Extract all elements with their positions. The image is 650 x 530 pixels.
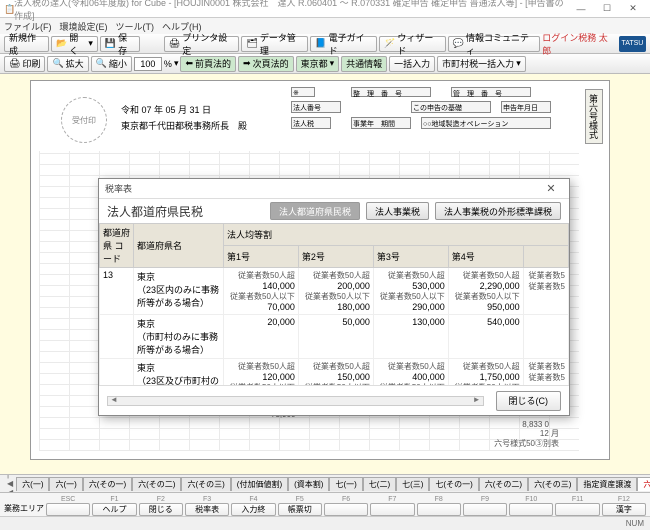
zoom-dropdown-icon[interactable]: ▾ xyxy=(174,58,179,69)
workspace: 受付印 令和 07 年 05 月 31 日 東京都千代田都税事務所長 殿 第六号… xyxy=(0,74,650,474)
fn-f6[interactable] xyxy=(324,503,368,516)
fn-f7[interactable] xyxy=(370,503,414,516)
zoom-pct: % xyxy=(164,59,172,69)
sheet-tab[interactable]: 七(三) xyxy=(396,477,429,491)
window-title: 法人税の達人(令和06年度版) for Cube - [HOUJIN0001 株… xyxy=(14,0,568,22)
dialog-close-button[interactable]: 閉じる(C) xyxy=(496,391,562,411)
fn-f8[interactable] xyxy=(417,503,461,516)
min-button[interactable]: — xyxy=(568,1,594,17)
sheet-tab[interactable]: 七(その一) xyxy=(429,477,478,491)
toolbar-sub: 🖨印刷 🔍拡大 🔍縮小 % ▾ ⬅前頁法的 ➡次頁法的 東京都▾ 共通情報 一括… xyxy=(0,54,650,74)
fn-f12[interactable]: 漢字 xyxy=(602,503,646,516)
receipt-stamp: 受付印 xyxy=(61,97,107,143)
zoom-out-button[interactable]: 🔍縮小 xyxy=(91,56,132,72)
form-number-label: 第六号様式 xyxy=(585,89,603,144)
fn-f11[interactable] xyxy=(555,503,599,516)
print-button[interactable]: 🖨印刷 xyxy=(4,56,45,72)
fn-f3[interactable]: 税率表 xyxy=(185,503,229,516)
new-button[interactable]: 新規作成 xyxy=(4,36,49,52)
function-keys: 業務エリア ESC F1ヘルプ F2閉じる F3税率表 F4入力終 F5帳票切 … xyxy=(0,492,650,516)
next-legal-button[interactable]: ➡次頁法的 xyxy=(238,56,294,72)
app-icon: 📋 xyxy=(4,4,14,14)
dialog-title: 法人都道府県民税 xyxy=(107,203,203,220)
info-button[interactable]: 💬情報コミュニティ xyxy=(448,36,540,52)
tax-rate-dialog: 税率表 ✕ 法人都道府県民税 法人都道府県民税 法人事業税 法人事業税の外形標準… xyxy=(98,178,570,416)
tokyo-button[interactable]: 東京都▾ xyxy=(296,56,340,72)
sheet-tab[interactable]: 六(その二) xyxy=(479,477,528,491)
form-address: 東京都千代田都税事務所長 殿 xyxy=(121,119,247,132)
fn-lead-label: 業務エリア xyxy=(4,503,44,516)
data-mgmt-button[interactable]: 🗂データ管理 xyxy=(241,36,308,52)
table-row[interactable]: 13 東京 （23区内のみに事務所等がある場合） 従業者数50人超140,000… xyxy=(100,268,569,315)
fn-f4[interactable]: 入力終 xyxy=(231,503,275,516)
close-button[interactable]: ✕ xyxy=(620,1,646,17)
guide-button[interactable]: 📘電子ガイド xyxy=(310,36,377,52)
rate-table: 都道府県 コード 都道府県名 法人均等割 第1号第2号第3号第4号 13 東京 … xyxy=(99,223,569,385)
fn-f9[interactable] xyxy=(463,503,507,516)
form-date: 令和 07 年 05 月 31 日 xyxy=(121,103,211,116)
sheet-tab[interactable]: 六(その一) xyxy=(83,477,132,491)
print-setup-button[interactable]: 🖨プリンタ設定 xyxy=(164,36,240,52)
max-button[interactable]: ☐ xyxy=(594,1,620,17)
common-info-button[interactable]: 共通情報 xyxy=(341,56,387,72)
toolbar-main: 新規作成 📂開く▾ 💾保存 🖨プリンタ設定 🗂データ管理 📘電子ガイド 🪄ウィザ… xyxy=(0,34,650,54)
table-row[interactable]: 東京 （23区及び市町村の両方に事務所等がある場合の、23区分） 従業者数50人… xyxy=(100,359,569,386)
fn-f1[interactable]: ヘルプ xyxy=(92,503,136,516)
save-button[interactable]: 💾保存 xyxy=(100,36,140,52)
open-button[interactable]: 📂開く▾ xyxy=(51,36,98,52)
sheet-tab[interactable]: 六(一) xyxy=(16,477,49,491)
fn-f10[interactable] xyxy=(509,503,553,516)
sheet-tabs: |◀ ◀ 六(一) 六(一) 六(その一) 六(その二) 六(その三) (付加価… xyxy=(0,474,650,492)
fn-f5[interactable]: 帳票切 xyxy=(278,503,322,516)
fn-f2[interactable]: 閉じる xyxy=(139,503,183,516)
fn-esc[interactable] xyxy=(46,503,90,516)
tab-external-std[interactable]: 法人事業税の外形標準課税 xyxy=(435,202,561,220)
tab-business-tax[interactable]: 法人事業税 xyxy=(366,202,429,220)
tab-nav-first[interactable]: |◀ ◀ xyxy=(4,474,16,492)
batch-input-button[interactable]: 一括入力 xyxy=(389,56,435,72)
sheet-tab[interactable]: 七(一) xyxy=(329,477,362,491)
login-user[interactable]: ログイン税務 太郎 xyxy=(542,31,615,57)
sheet-tab[interactable]: 六(その三) xyxy=(528,477,577,491)
sheet-tab[interactable]: 六(その二) xyxy=(132,477,181,491)
dialog-close-icon[interactable]: ✕ xyxy=(539,181,563,197)
tab-prefectural-tax[interactable]: 法人都道府県民税 xyxy=(270,202,360,220)
form-header: ※ 整 理 番 号 管 理 番 号 法人番号 この申告の基礎 申告年月日 法人税… xyxy=(291,87,579,143)
sheet-tab[interactable]: 六(その三) xyxy=(181,477,230,491)
zoom-in-button[interactable]: 🔍拡大 xyxy=(47,56,88,72)
sheet-tab[interactable]: (付加価値割) xyxy=(231,477,288,491)
zoom-input[interactable] xyxy=(134,57,162,71)
prev-legal-button[interactable]: ⬅前頁法的 xyxy=(180,56,236,72)
table-row[interactable]: 東京 （市町村のみに事務所等がある場合） 20,00050,000130,000… xyxy=(100,315,569,359)
city-batch-button[interactable]: 市町村税一括入力▾ xyxy=(437,56,526,72)
dialog-window-title: 税率表 xyxy=(105,182,132,195)
wizard-button[interactable]: 🪄ウィザード xyxy=(379,36,446,52)
sheet-tab[interactable]: 六(一) xyxy=(49,477,82,491)
brand-logo: TATSU xyxy=(619,36,646,52)
sheet-tab[interactable]: 七(二) xyxy=(363,477,396,491)
sheet-tab[interactable]: 指定資産譲渡 xyxy=(577,477,637,491)
h-scrollbar[interactable] xyxy=(107,396,484,406)
sheet-tab-active[interactable]: 六発 xyxy=(637,477,650,491)
status-bar: NUM xyxy=(0,516,650,530)
sheet-tab[interactable]: (資本割) xyxy=(288,477,329,491)
status-num: NUM xyxy=(626,519,644,528)
